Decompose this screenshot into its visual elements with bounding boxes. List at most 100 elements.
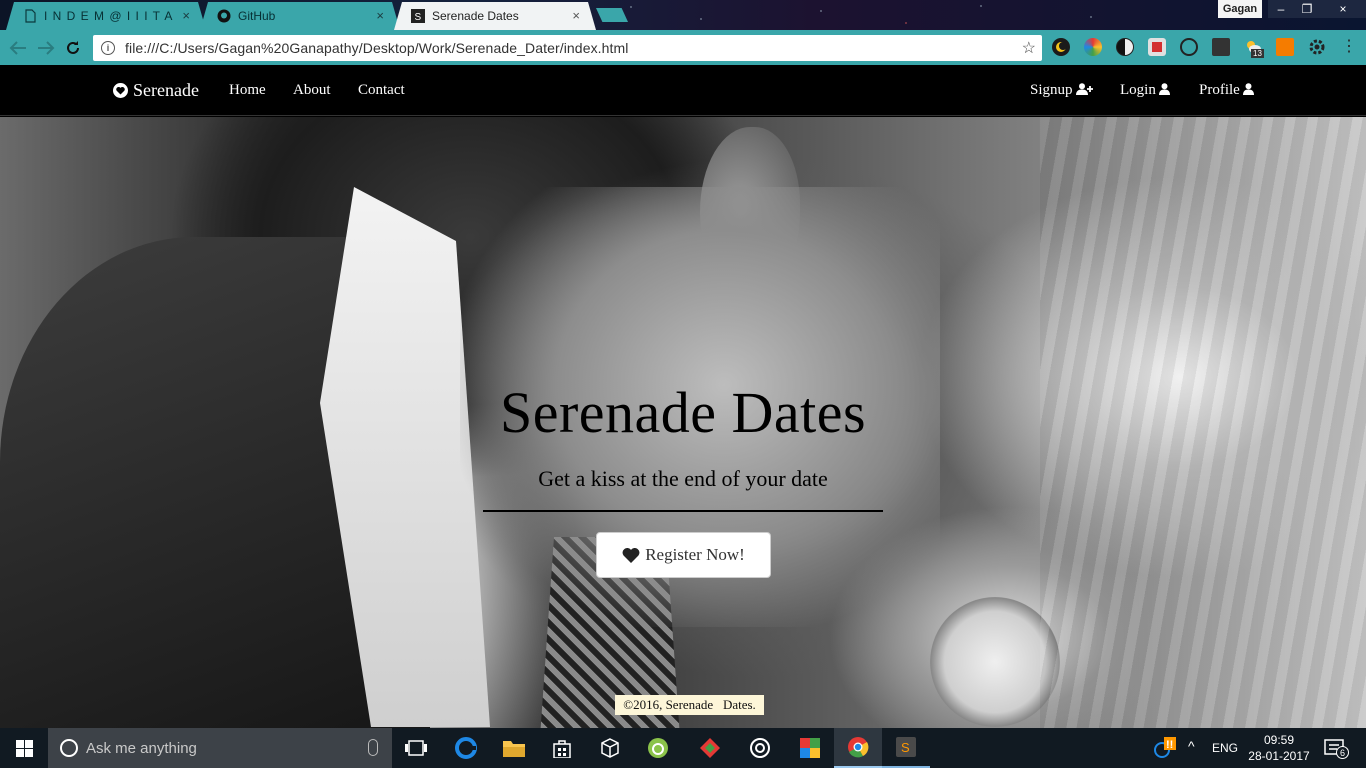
extension-colorpicker-icon[interactable]: [1084, 38, 1102, 56]
tab-close-icon[interactable]: ×: [376, 8, 384, 23]
taskbar-file-explorer[interactable]: [490, 728, 538, 768]
tab-close-icon[interactable]: ×: [572, 8, 580, 23]
brand-link[interactable]: Serenade: [113, 80, 199, 101]
nav-login-label: Login: [1120, 82, 1156, 98]
task-view-icon: [405, 740, 427, 756]
notification-count-badge: 6: [1336, 746, 1349, 759]
site-navbar: Serenade Home About Contact Signup Login…: [0, 65, 1366, 116]
system-tray: !! ^ ENG 09:59 28-01-2017 6: [1150, 728, 1366, 768]
svg-text:S: S: [415, 12, 422, 23]
web-page: Serenade Home About Contact Signup Login…: [0, 65, 1366, 728]
user-icon: [1242, 83, 1254, 95]
background-star: [630, 6, 632, 8]
nav-profile-label: Profile: [1199, 82, 1240, 98]
nav-signup-label: Signup: [1030, 82, 1073, 98]
taskbar-chrome[interactable]: [834, 728, 882, 768]
extension-darkmode-icon[interactable]: [1116, 38, 1134, 56]
svg-text:S: S: [901, 740, 910, 755]
nav-login[interactable]: Login: [1120, 82, 1170, 99]
new-tab-button[interactable]: [596, 8, 628, 22]
input-language[interactable]: ENG: [1212, 741, 1238, 755]
edge-icon: [455, 737, 477, 759]
hero-background-photo: Serenade Dates Get a kiss at the end of …: [0, 117, 1366, 728]
address-bar[interactable]: i file:///C:/Users/Gagan%20Ganapathy/Des…: [93, 35, 1042, 61]
extension-weather-icon[interactable]: 13: [1244, 38, 1264, 58]
hero-title: Serenade Dates: [499, 380, 867, 445]
nav-about[interactable]: About: [293, 82, 331, 99]
document-icon: [23, 9, 37, 23]
tab-label: I N D E M @ I I I T A: [44, 9, 174, 23]
clock-time: 09:59: [1263, 733, 1295, 747]
restore-button[interactable]: ❐: [1294, 0, 1320, 18]
reload-icon[interactable]: [62, 37, 84, 59]
cube-icon: [601, 738, 619, 758]
tab-indem[interactable]: I N D E M @ I I I T A ×: [6, 2, 206, 30]
sublime-s-icon: S: [411, 9, 425, 23]
extension-film-icon[interactable]: [1212, 38, 1230, 56]
taskbar-store[interactable]: [538, 728, 586, 768]
tab-serenade-dates[interactable]: S Serenade Dates ×: [394, 2, 596, 30]
cortana-icon: [60, 739, 78, 757]
windows-logo-icon: [15, 739, 33, 757]
taskbar-office[interactable]: [786, 728, 834, 768]
extension-translate-icon[interactable]: [1276, 38, 1294, 56]
clock[interactable]: 09:59 28-01-2017: [1244, 732, 1314, 764]
cortana-search-box[interactable]: Ask me anything: [48, 728, 392, 768]
register-button-label: Register Now!: [645, 545, 745, 564]
url-text[interactable]: file:///C:/Users/Gagan%20Ganapathy/Deskt…: [125, 40, 629, 56]
extension-moon-icon[interactable]: [1052, 38, 1070, 56]
search-placeholder: Ask me anything: [86, 739, 197, 757]
weather-badge: 13: [1251, 49, 1264, 58]
windows-taskbar: Ask me anything S !! ^ ENG 09:59 28-01-2…: [0, 728, 1366, 768]
background-star: [980, 5, 982, 7]
user-icon: [1158, 83, 1170, 95]
taskbar-android-studio[interactable]: [634, 728, 682, 768]
close-window-button[interactable]: ×: [1320, 0, 1366, 18]
register-now-button[interactable]: Register Now!: [596, 532, 771, 578]
taskbar-groove[interactable]: [736, 728, 784, 768]
taskbar-3d-builder[interactable]: [586, 728, 634, 768]
minimize-button[interactable]: –: [1268, 0, 1294, 18]
extension-speedometer-icon[interactable]: [1180, 38, 1198, 56]
nav-signup[interactable]: Signup: [1030, 82, 1093, 99]
folder-icon: [503, 741, 525, 757]
extension-settings-gear-icon[interactable]: [1308, 38, 1326, 56]
tray-warning-icon[interactable]: !!: [1154, 737, 1176, 762]
background-star: [1090, 16, 1092, 18]
background-star: [905, 22, 907, 24]
bookmark-star-icon[interactable]: ☆: [1022, 38, 1036, 58]
nav-home[interactable]: Home: [229, 82, 266, 99]
action-center-icon[interactable]: 6: [1324, 738, 1349, 761]
taskbar-edge[interactable]: [442, 728, 490, 768]
hero-divider: [483, 510, 883, 512]
nav-contact[interactable]: Contact: [358, 82, 405, 99]
tab-github[interactable]: GitHub ×: [200, 2, 400, 30]
tab-close-icon[interactable]: ×: [182, 8, 190, 23]
forward-arrow-icon[interactable]: [35, 37, 57, 59]
gitkraken-icon: [700, 738, 720, 758]
heart-icon: [622, 547, 640, 563]
tray-expand-chevron-icon[interactable]: ^: [1188, 738, 1195, 754]
browser-menu-icon[interactable]: ⋮: [1340, 38, 1358, 56]
back-arrow-icon[interactable]: [7, 37, 29, 59]
microphone-icon[interactable]: [368, 739, 378, 756]
sublime-text-icon: S: [896, 737, 916, 757]
extension-puzzle-icon[interactable]: [1148, 38, 1166, 56]
android-studio-icon: [648, 738, 668, 758]
background-star: [820, 10, 822, 12]
heart-circle-icon: [113, 83, 128, 98]
tab-label: GitHub: [238, 9, 276, 23]
taskbar-gitkraken[interactable]: [686, 728, 734, 768]
windows-start-button[interactable]: [0, 728, 48, 768]
nav-profile[interactable]: Profile: [1199, 82, 1254, 99]
brand-name: Serenade: [133, 80, 199, 100]
tab-label: Serenade Dates: [432, 9, 519, 23]
profile-name-badge[interactable]: Gagan: [1218, 0, 1262, 18]
taskbar-sublime-text[interactable]: S: [882, 728, 930, 768]
task-view-button[interactable]: [392, 728, 440, 768]
store-bag-icon: [553, 740, 571, 758]
github-icon: [217, 9, 231, 23]
clock-date: 28-01-2017: [1248, 749, 1310, 763]
copyright-footer: ©2016, Serenade Dates.: [615, 695, 764, 715]
info-icon[interactable]: i: [101, 41, 115, 55]
